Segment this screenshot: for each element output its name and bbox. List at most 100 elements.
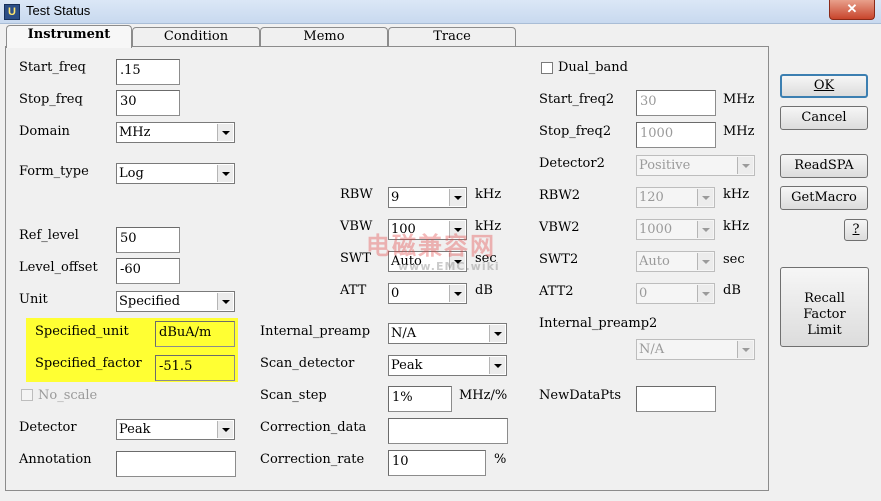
chevron-down-icon[interactable] (697, 221, 713, 238)
tab-memo[interactable]: Memo (260, 27, 388, 47)
recall-factor-line: Recall Factor (803, 291, 846, 322)
start-freq2-input[interactable]: 30 (636, 90, 716, 116)
internal-preamp2-label: Internal_preamp2 (539, 316, 658, 331)
detector2-label: Detector2 (539, 156, 605, 171)
stop-freq2-input[interactable]: 1000 (636, 122, 716, 148)
correction-rate-input[interactable]: 10 (388, 450, 486, 476)
domain-label: Domain (19, 124, 70, 139)
dual-band-checkbox[interactable] (541, 62, 553, 74)
tab-trace[interactable]: Trace (388, 27, 516, 47)
scan-detector-select[interactable]: Peak (388, 355, 507, 376)
domain-value: MHz (119, 125, 151, 140)
att2-unit: dB (723, 283, 741, 298)
chevron-down-icon[interactable] (737, 157, 753, 174)
chevron-down-icon[interactable] (217, 421, 233, 438)
detector-select[interactable]: Peak (116, 419, 235, 440)
stop-freq-label: Stop_freq (19, 92, 83, 107)
recall-limit-line: Limit (807, 323, 842, 338)
app-icon: U (4, 4, 20, 20)
swt2-select[interactable]: Auto (636, 251, 715, 272)
recall-factor-limit-button[interactable]: Recall Factor Limit (780, 267, 869, 347)
scan-step-input[interactable]: 1% (388, 386, 452, 412)
cancel-button[interactable]: Cancel (780, 106, 868, 130)
chevron-down-icon[interactable] (217, 165, 233, 182)
chevron-down-icon[interactable] (697, 253, 713, 270)
new-data-pts-input[interactable] (636, 386, 716, 412)
rbw2-select[interactable]: 120 (636, 187, 715, 208)
att2-select[interactable]: 0 (636, 283, 715, 304)
internal-preamp2-select[interactable]: N/A (636, 339, 755, 360)
swt2-unit: sec (723, 252, 745, 267)
start-freq-label: Start_freq (19, 60, 86, 75)
vbw2-unit: kHz (723, 219, 750, 234)
start-freq2-unit: MHz (723, 92, 755, 107)
dual-band-label: Dual_band (558, 60, 628, 75)
stop-freq-input[interactable]: 30 (116, 90, 180, 116)
form-type-value: Log (119, 166, 144, 181)
detector-label: Detector (19, 420, 77, 435)
tab-instrument[interactable]: Instrument (6, 25, 132, 48)
chevron-down-icon[interactable] (737, 341, 753, 358)
detector2-value: Positive (639, 158, 691, 173)
internal-preamp-select[interactable]: N/A (388, 323, 507, 344)
watermark-text: 电磁兼容网 (366, 232, 496, 260)
chevron-down-icon[interactable] (449, 285, 465, 302)
att-unit: dB (475, 283, 493, 298)
detector-value: Peak (119, 422, 151, 437)
chevron-down-icon[interactable] (449, 189, 465, 206)
unit-value: Specified (119, 294, 181, 309)
watermark-url: www.EMC.wiki (398, 260, 500, 273)
rbw-select[interactable]: 9 (388, 187, 467, 208)
unit-label: Unit (19, 292, 48, 307)
window-title: Test Status (26, 3, 91, 18)
scan-step-unit: MHz/% (459, 388, 508, 403)
correction-rate-label: Correction_rate (260, 452, 365, 467)
att-value: 0 (391, 286, 400, 301)
rbw2-unit: kHz (723, 187, 750, 202)
rbw2-value: 120 (639, 190, 664, 205)
specified-unit-label: Specified_unit (35, 324, 129, 339)
ref-level-input[interactable]: 50 (116, 227, 180, 253)
form-type-label: Form_type (19, 164, 89, 179)
scan-step-label: Scan_step (260, 388, 327, 403)
chevron-down-icon[interactable] (217, 124, 233, 141)
vbw2-select[interactable]: 1000 (636, 219, 715, 240)
level-offset-label: Level_offset (19, 260, 98, 275)
chevron-down-icon[interactable] (489, 357, 505, 374)
detector2-select[interactable]: Positive (636, 155, 755, 176)
scan-detector-value: Peak (391, 358, 423, 373)
level-offset-input[interactable]: -60 (116, 258, 180, 284)
annotation-input[interactable] (116, 451, 236, 477)
get-macro-button[interactable]: GetMacro (780, 186, 868, 210)
specified-factor-label: Specified_factor (35, 356, 142, 371)
ref-level-label: Ref_level (19, 228, 79, 243)
vbw2-value: 1000 (639, 222, 673, 237)
help-button-label: ? (852, 222, 860, 237)
rbw-unit: kHz (475, 187, 502, 202)
no-scale-checkbox[interactable] (21, 389, 33, 401)
chevron-down-icon[interactable] (217, 293, 233, 310)
vbw2-label: VBW2 (539, 220, 580, 235)
specified-factor-input[interactable]: -51.5 (155, 355, 235, 381)
stop-freq2-label: Stop_freq2 (539, 124, 612, 139)
read-spa-button[interactable]: ReadSPA (780, 154, 868, 178)
close-button[interactable]: ✕ (829, 0, 875, 20)
help-button[interactable]: ? (844, 219, 868, 241)
chevron-down-icon[interactable] (697, 285, 713, 302)
specified-unit-input[interactable]: dBuA/m (155, 321, 235, 347)
annotation-label: Annotation (19, 452, 92, 467)
unit-select[interactable]: Specified (116, 291, 235, 312)
internal-preamp-label: Internal_preamp (260, 324, 371, 339)
att-select[interactable]: 0 (388, 283, 467, 304)
start-freq-input[interactable]: .15 (116, 59, 180, 85)
chevron-down-icon[interactable] (697, 189, 713, 206)
correction-data-input[interactable] (388, 418, 508, 444)
chevron-down-icon[interactable] (489, 325, 505, 342)
domain-select[interactable]: MHz (116, 122, 235, 143)
stop-freq2-unit: MHz (723, 124, 755, 139)
form-type-select[interactable]: Log (116, 163, 235, 184)
ok-button[interactable]: OK (780, 74, 868, 98)
tab-strip: Instrument Condition Memo Trace (6, 25, 526, 48)
scan-detector-label: Scan_detector (260, 356, 355, 371)
tab-condition[interactable]: Condition (132, 27, 260, 47)
